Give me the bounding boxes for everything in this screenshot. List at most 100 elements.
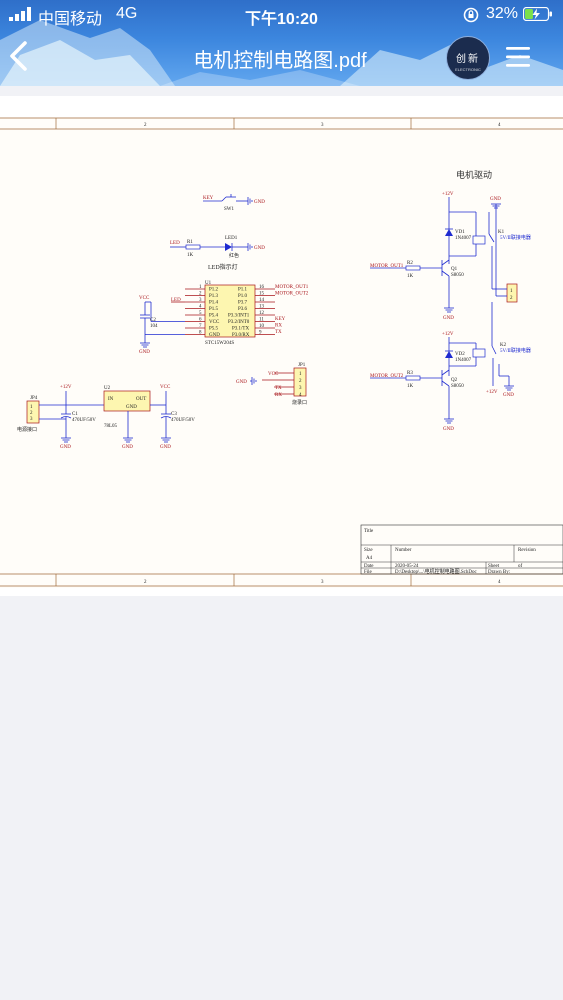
tb-sheet: Sheet (488, 564, 500, 569)
pin-name: P3.2/INT0 (228, 320, 250, 325)
tb-size: Size (364, 548, 373, 553)
net-label: KEY (275, 317, 286, 322)
c1-designator: C1 (72, 412, 78, 417)
pin-name: P1.1 (238, 288, 248, 293)
u2-out: OUT (136, 397, 146, 402)
gnd-label: GND (236, 380, 247, 385)
jp4-label: 电源接口 (17, 426, 37, 433)
r1-value: 1K (187, 253, 194, 258)
pin-name: P3.6 (238, 307, 248, 312)
v12-label: +12V (60, 385, 72, 390)
net-label: MOTOR_OUT2 (275, 292, 309, 297)
schematic-drawing: .frame { fill: none; stroke: #a06a3a; st… (0, 117, 563, 588)
q1-designator: Q1 (451, 267, 458, 272)
pin-name: P3.7 (238, 301, 248, 306)
pin-name: P3.3/INT1 (228, 314, 250, 319)
k2-designator: K2 (500, 343, 507, 348)
tb-file: File (364, 570, 373, 575)
pin-name: VCC (209, 320, 220, 325)
pdf-page: .frame { fill: none; stroke: #a06a3a; st… (0, 96, 563, 596)
sw1-designator: SW1 (224, 207, 235, 212)
pin-name: P1.4 (209, 301, 219, 306)
v12-label: +12V (442, 192, 454, 197)
pin-name: P1.5 (209, 307, 219, 312)
c3-designator: C3 (171, 412, 177, 417)
gnd-label: GND (443, 316, 454, 321)
pin-number: 10 (259, 324, 265, 329)
net-label: TX (275, 386, 282, 391)
r1-designator: R1 (187, 240, 193, 245)
c2-value: 104 (150, 324, 158, 329)
gnd-label: GND (60, 445, 71, 450)
r3-value: 1K (407, 384, 414, 389)
k1-designator: K1 (498, 230, 505, 235)
pin-number: 16 (259, 285, 265, 290)
u2-part: 78L05 (104, 424, 118, 429)
hamburger-menu-icon[interactable] (505, 44, 531, 70)
pin-name: GND (209, 333, 220, 338)
pin-name: P1.3 (209, 294, 219, 299)
vcc-label: VCC (139, 296, 150, 301)
net-label: RX (275, 393, 282, 398)
gnd-label: GND (443, 427, 454, 432)
mcu-part: STC15W204S (205, 341, 234, 346)
user-avatar[interactable]: 创新 ELECTRONIC (446, 36, 490, 80)
net-key: KEY (203, 196, 214, 201)
v12-label: +12V (442, 332, 454, 337)
net-label: MOTOR_OUT1 (275, 285, 309, 290)
gnd-label: GND (122, 445, 133, 450)
pdf-viewer[interactable]: .frame { fill: none; stroke: #a06a3a; st… (0, 86, 563, 1000)
q1-part: S8050 (451, 273, 464, 278)
tb-size-value: A4 (366, 556, 373, 561)
net-label: RX (275, 324, 282, 329)
c1-value: 470UF/50V (72, 418, 96, 423)
avatar-text: 创新 (456, 54, 480, 65)
tb-of: of (518, 564, 523, 569)
gnd-label: GND (490, 197, 501, 202)
r3-designator: R3 (407, 371, 413, 376)
tb-title: Title (364, 529, 374, 534)
gnd-label: GND (160, 445, 171, 450)
pin-number: 13 (259, 305, 265, 310)
status-bar: 中国移动 4G 下午10:20 32% (0, 0, 563, 30)
pin-name: P3.1/TX (232, 327, 249, 332)
tb-date-value: 2020-05-24 (395, 564, 419, 569)
led1-color: 红色 (229, 252, 239, 259)
c3-value: 470UF/50V (171, 418, 195, 423)
r2-value: 1K (407, 274, 414, 279)
pin-name: P5.5 (209, 327, 219, 332)
tb-date: Date (364, 564, 374, 569)
motor-section-title: 电机驱动 (456, 169, 492, 180)
k1-part: 5V/Ⅱ联接电器 (500, 234, 531, 241)
tb-number: Number (395, 548, 412, 553)
v12-label: +12V (486, 390, 498, 395)
u2-in: IN (108, 397, 114, 402)
vd1-designator: VD1 (455, 230, 465, 235)
battery-percent: 32% (486, 5, 519, 22)
pin-name: P5.4 (209, 314, 219, 319)
gnd-label: GND (503, 393, 514, 398)
avatar-subtext: ELECTRONIC (455, 67, 481, 72)
jp1-label: 烧录口 (292, 399, 307, 406)
jp1-designator: JP1 (298, 363, 306, 368)
pin-number: 14 (259, 298, 265, 303)
u2-designator: U2 (104, 386, 111, 391)
tb-file-value: D:\Desktop\...\电机控制电路图.SchDoc (395, 568, 477, 575)
u2-gnd: GND (126, 405, 137, 410)
c2-designator: C2 (150, 318, 156, 323)
pin-number: 11 (259, 318, 264, 323)
r2-designator: R2 (407, 261, 413, 266)
pin-name: P1.0 (238, 294, 248, 299)
vd2-part: 1N4007 (455, 358, 472, 363)
document-title: 电机控制电路图.pdf (193, 50, 367, 72)
app-header: 中国移动 4G 下午10:20 32% 电机控制电路图.pdf 创新 ELECT… (0, 0, 563, 86)
led-indicator-label: LED指示灯 (208, 263, 238, 271)
back-chevron-icon[interactable] (6, 40, 32, 72)
pin-number: 15 (259, 292, 265, 297)
q2-part: S8050 (451, 384, 464, 389)
battery-charging-icon (523, 7, 552, 21)
pin-number: 12 (259, 311, 265, 316)
net-label: TX (275, 330, 282, 335)
vd1-part: 1N4007 (455, 236, 472, 241)
gnd-label: GND (139, 350, 150, 355)
